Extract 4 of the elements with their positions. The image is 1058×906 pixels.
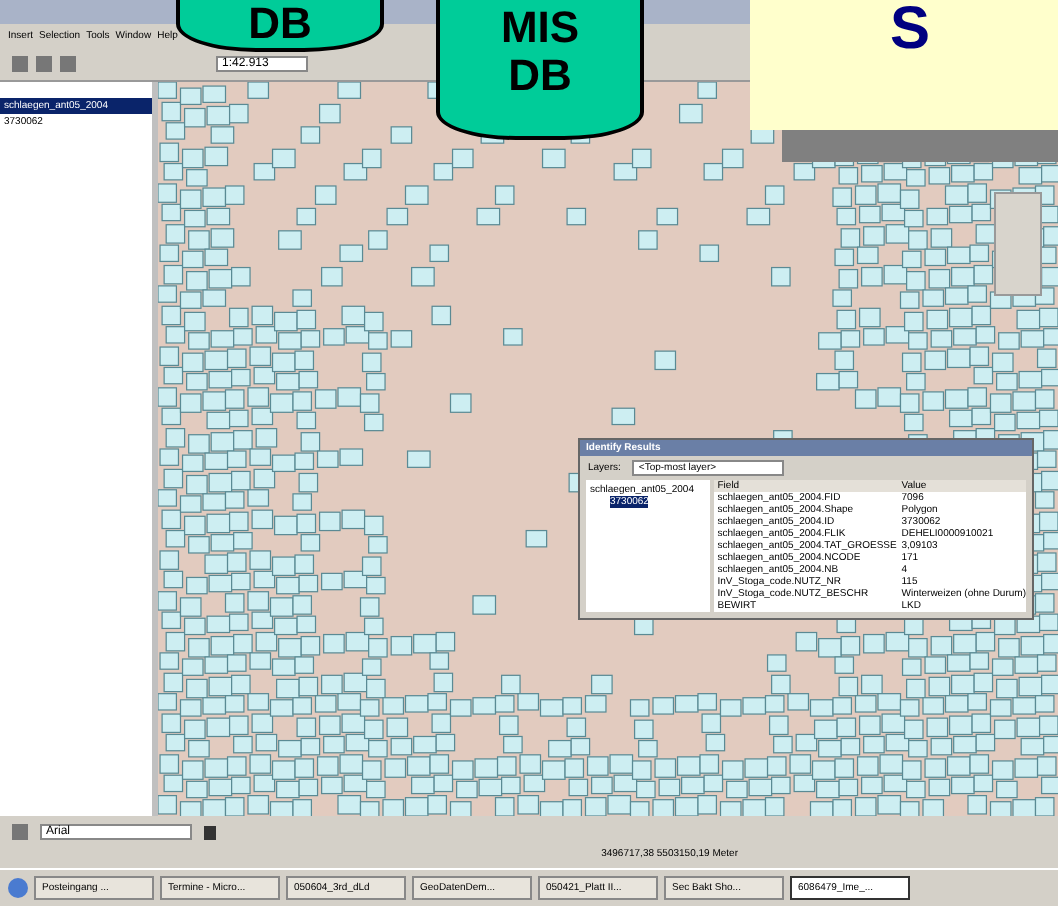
slide-title: S bbox=[889, 0, 930, 66]
tools-palette bbox=[994, 192, 1042, 296]
database-cylinder: MIS DB bbox=[436, 0, 644, 140]
database-cylinder: DB bbox=[176, 0, 384, 52]
